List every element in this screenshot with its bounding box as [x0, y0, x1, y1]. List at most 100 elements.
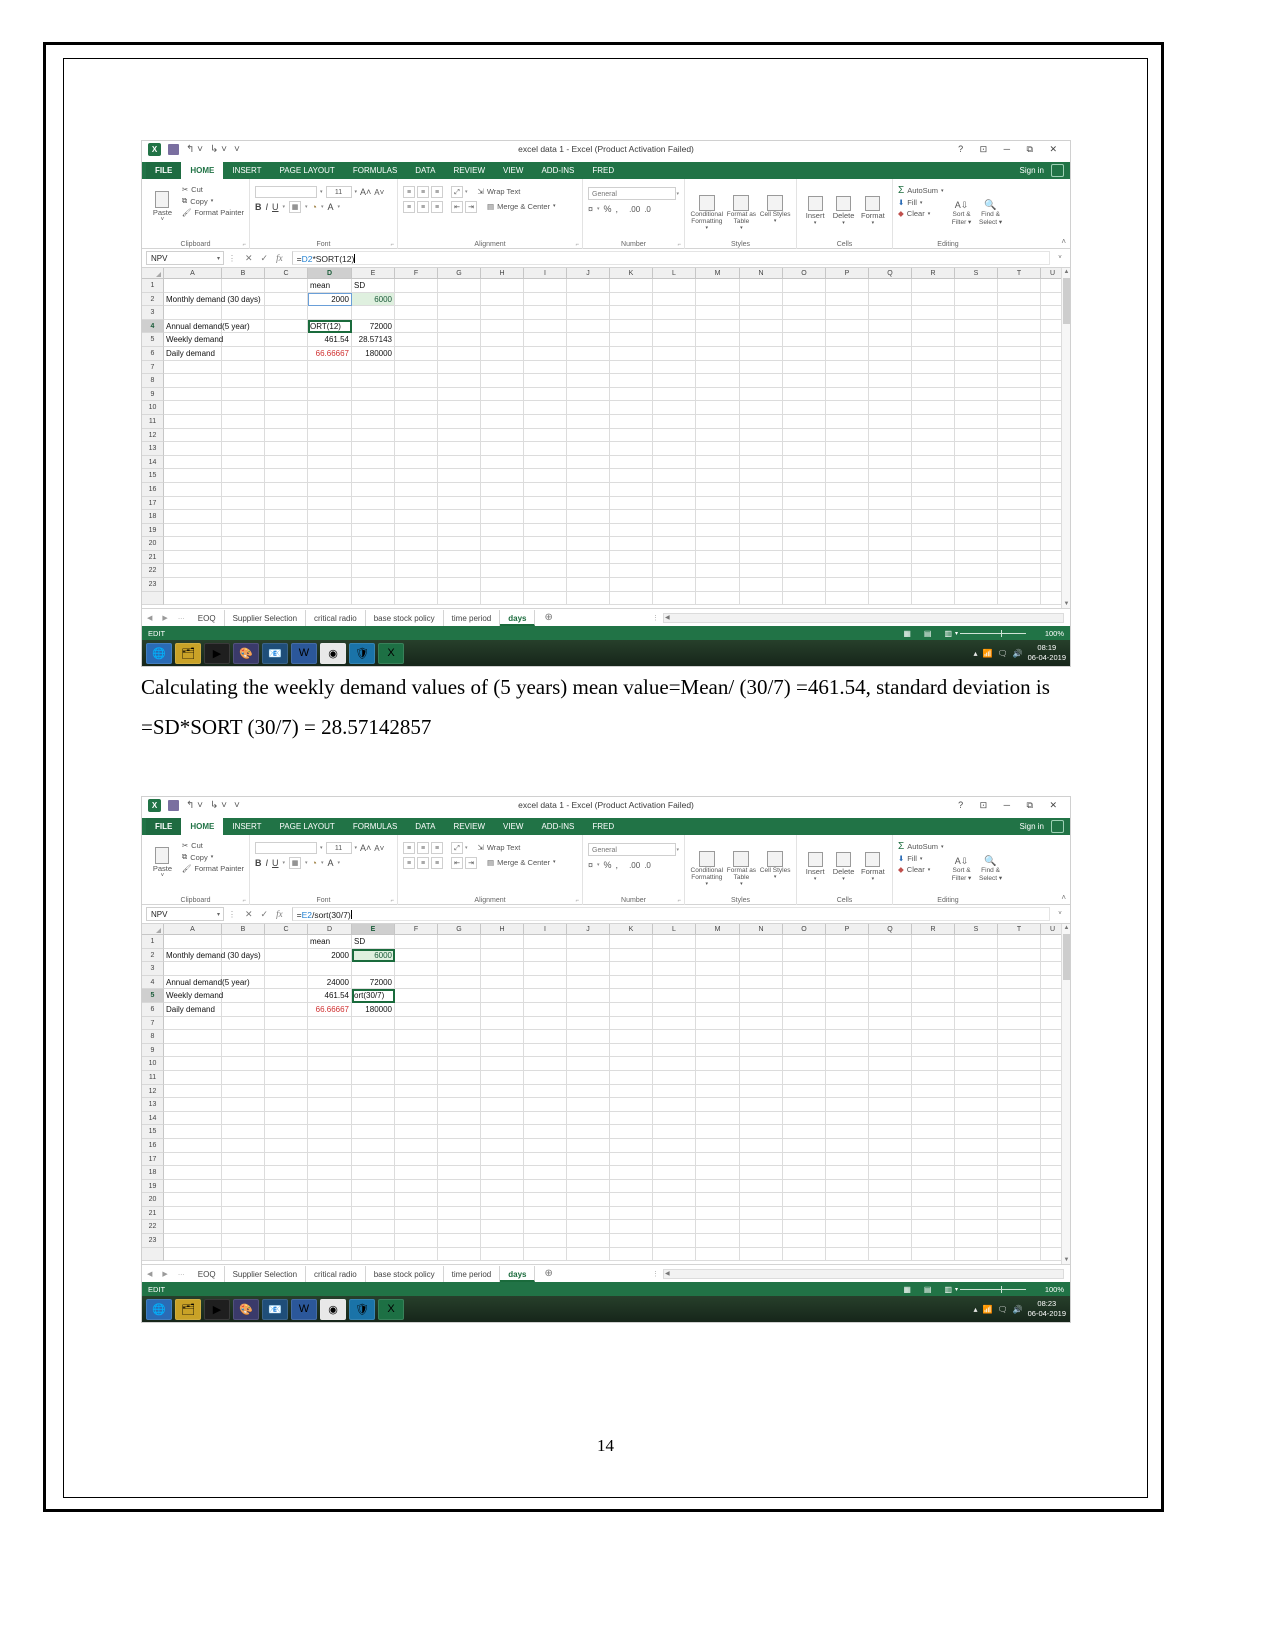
cell-C4[interactable] — [265, 319, 308, 334]
table-row[interactable]: 8 — [142, 1030, 1070, 1044]
cell-G12[interactable] — [438, 1084, 481, 1099]
cell-P10[interactable] — [826, 1057, 869, 1071]
cell-H17[interactable] — [481, 496, 524, 511]
cell-B1[interactable] — [222, 935, 265, 949]
grow-font-icon[interactable]: A˄ — [360, 187, 371, 197]
cell-S23[interactable] — [955, 578, 998, 592]
cell-C18[interactable] — [265, 510, 308, 524]
cell-A16[interactable] — [164, 482, 222, 497]
cell-I22[interactable] — [524, 564, 567, 579]
col-header-I[interactable]: I — [524, 924, 567, 935]
cell-O5[interactable] — [783, 989, 826, 1003]
row-header-23[interactable]: 23 — [142, 1234, 164, 1248]
table-row[interactable]: 9 — [142, 1043, 1070, 1058]
cell-D22[interactable] — [308, 1220, 352, 1235]
cell-R4[interactable] — [912, 319, 955, 334]
cell-O24[interactable] — [783, 591, 826, 606]
row-header-14[interactable]: 14 — [142, 455, 164, 470]
cell-C1[interactable] — [265, 935, 308, 949]
row-header-21[interactable]: 21 — [142, 1206, 164, 1221]
cell-L9[interactable] — [653, 1043, 696, 1058]
cell-D1[interactable]: mean — [308, 935, 352, 949]
row-header-17[interactable]: 17 — [142, 496, 164, 511]
cell-E14[interactable] — [352, 455, 395, 470]
table-row[interactable]: 3 — [142, 306, 1070, 320]
cell-M19[interactable] — [696, 1179, 740, 1194]
cell-K11[interactable] — [610, 414, 653, 429]
cell-C11[interactable] — [265, 1070, 308, 1085]
cell-E12[interactable] — [352, 1084, 395, 1099]
ribbon-tab-file[interactable]: FILE — [146, 818, 182, 835]
cell-T3[interactable] — [998, 962, 1041, 976]
cell-K12[interactable] — [610, 1084, 653, 1099]
cell-D13[interactable] — [308, 1098, 352, 1112]
cell-H10[interactable] — [481, 1057, 524, 1071]
cell-L20[interactable] — [653, 1193, 696, 1207]
cell-B13[interactable] — [222, 442, 265, 456]
cell-O16[interactable] — [783, 482, 826, 497]
cell-S24[interactable] — [955, 591, 998, 606]
cell-E6[interactable]: 180000 — [352, 346, 395, 361]
cell-H16[interactable] — [481, 1138, 524, 1153]
cell-S20[interactable] — [955, 1193, 998, 1207]
cell-T11[interactable] — [998, 1070, 1041, 1085]
chrome-icon[interactable]: ◉ — [320, 642, 346, 664]
cell-L10[interactable] — [653, 1057, 696, 1071]
cell-Q23[interactable] — [869, 578, 912, 592]
cell-K16[interactable] — [610, 482, 653, 497]
cell-T1[interactable] — [998, 935, 1041, 949]
cell-T15[interactable] — [998, 1125, 1041, 1139]
cell-Q7[interactable] — [869, 1016, 912, 1031]
cell-G11[interactable] — [438, 1070, 481, 1085]
ribbon-tab-fred[interactable]: FRED — [583, 162, 623, 179]
cell-D16[interactable] — [308, 482, 352, 497]
cell-E8[interactable] — [352, 1030, 395, 1044]
cell-H9[interactable] — [481, 387, 524, 402]
cell-S10[interactable] — [955, 1057, 998, 1071]
cell-G21[interactable] — [438, 550, 481, 565]
cell-L12[interactable] — [653, 428, 696, 443]
cell-P9[interactable] — [826, 387, 869, 402]
enter-formula-icon[interactable]: ✓ — [261, 909, 269, 920]
cell-H20[interactable] — [481, 537, 524, 551]
cell-B10[interactable] — [222, 401, 265, 415]
cell-P18[interactable] — [826, 510, 869, 524]
sheet-tab-bar-2[interactable]: ◀ ▶ … EOQ Supplier Selection critical ra… — [142, 1264, 1070, 1282]
cell-J12[interactable] — [567, 428, 610, 443]
cell-C1[interactable] — [265, 279, 308, 293]
cell-L7[interactable] — [653, 360, 696, 375]
cell-L13[interactable] — [653, 442, 696, 456]
cell-F3[interactable] — [395, 962, 438, 976]
cell-K15[interactable] — [610, 469, 653, 483]
cell-N8[interactable] — [740, 374, 783, 388]
cell-I7[interactable] — [524, 360, 567, 375]
col-header-L[interactable]: L — [653, 268, 696, 279]
cell-A6[interactable]: Daily demand — [164, 346, 222, 361]
cell-H22[interactable] — [481, 1220, 524, 1235]
cell-A8[interactable] — [164, 1030, 222, 1044]
cell-T12[interactable] — [998, 428, 1041, 443]
cell-T1[interactable] — [998, 279, 1041, 293]
col-header-K[interactable]: K — [610, 924, 653, 935]
ribbon-tab-formulas[interactable]: FORMULAS — [344, 818, 406, 835]
cell-I2[interactable] — [524, 292, 567, 307]
vertical-scrollbar-2[interactable]: ▲ ▼ — [1061, 924, 1070, 1264]
table-row[interactable]: 2 Monthly demand (30 days) 2000 6000 — [142, 292, 1070, 307]
cell-F7[interactable] — [395, 1016, 438, 1031]
cell-J15[interactable] — [567, 469, 610, 483]
comma-style-icon[interactable]: , — [616, 204, 619, 214]
col-header-B[interactable]: B — [222, 268, 265, 279]
row-header-22[interactable]: 22 — [142, 1220, 164, 1235]
cell-A7[interactable] — [164, 1016, 222, 1031]
cell-J5[interactable] — [567, 989, 610, 1003]
name-box-1[interactable]: NPV ▾ — [146, 251, 224, 265]
insert-cells-button[interactable]: Insert ▾ — [802, 185, 828, 226]
col-header-E[interactable]: E — [352, 268, 395, 279]
cell-P14[interactable] — [826, 1111, 869, 1126]
cell-D8[interactable] — [308, 1030, 352, 1044]
cell-N16[interactable] — [740, 1138, 783, 1153]
cell-J17[interactable] — [567, 496, 610, 511]
cell-K1[interactable] — [610, 935, 653, 949]
cell-Q10[interactable] — [869, 401, 912, 415]
shrink-font-icon[interactable]: A˅ — [374, 844, 384, 853]
